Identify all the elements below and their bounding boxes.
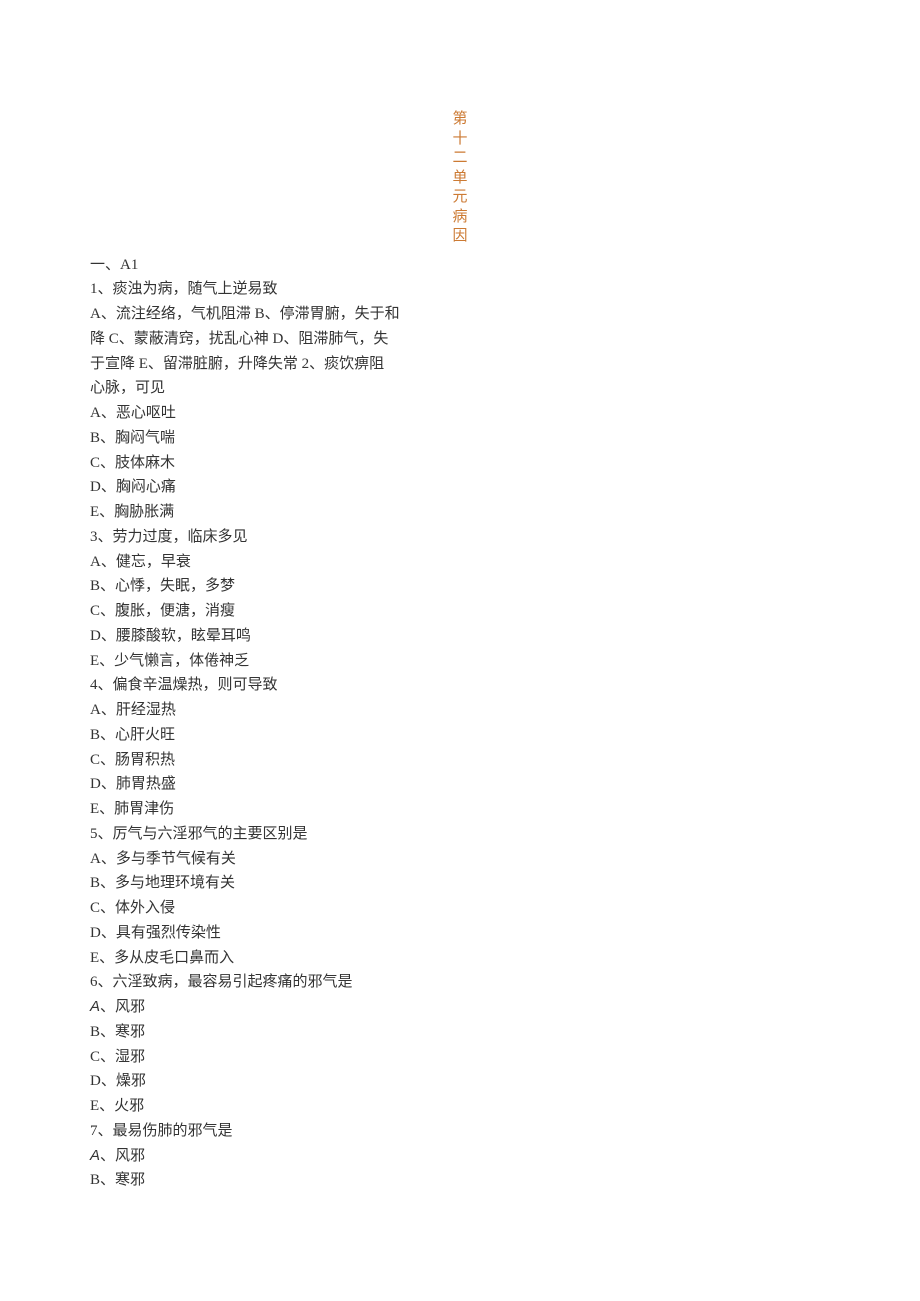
title-char: 十: [90, 130, 830, 150]
q3-option-b: B、心悸，失眠，多梦: [90, 574, 830, 599]
q6-option-d: D、燥邪: [90, 1069, 830, 1094]
q3-option-a: A、健忘，早衰: [90, 550, 830, 575]
q4-option-a: A、肝经湿热: [90, 698, 830, 723]
option-text: 、风邪: [100, 999, 145, 1015]
q5-stem: 5、厉气与六淫邪气的主要区别是: [90, 822, 830, 847]
q6-option-a: A、风邪: [90, 995, 830, 1020]
option-text: 、风邪: [100, 1148, 145, 1164]
title-char: 单: [90, 169, 830, 189]
document-page: 第 十 二 单 元 病 因 一、A1 1、痰浊为病，随气上逆易致 A、流注经络，…: [0, 0, 920, 1253]
q4-option-e: E、肺胃津伤: [90, 797, 830, 822]
q7-stem: 7、最易伤肺的邪气是: [90, 1119, 830, 1144]
q7-option-a: A、风邪: [90, 1144, 830, 1169]
option-label: A: [90, 1147, 100, 1164]
q2-option-a: A、恶心呕吐: [90, 401, 830, 426]
q3-option-e: E、少气懒言，体倦神乏: [90, 649, 830, 674]
q5-option-b: B、多与地理环境有关: [90, 871, 830, 896]
q1-stem: 1、痰浊为病，随气上逆易致: [90, 277, 830, 302]
q1-wrap: 降 C、蒙蔽清窍，扰乱心神 D、阻滞肺气，失: [90, 327, 830, 352]
q1-wrap: A、流注经络，气机阻滞 B、停滞胃腑，失于和: [90, 302, 830, 327]
content-body: 一、A1 1、痰浊为病，随气上逆易致 A、流注经络，气机阻滞 B、停滞胃腑，失于…: [90, 253, 830, 1194]
title-char: 元: [90, 188, 830, 208]
q2-stem-tail: 心脉，可见: [90, 376, 830, 401]
q2-option-e: E、胸胁胀满: [90, 500, 830, 525]
q4-option-b: B、心肝火旺: [90, 723, 830, 748]
q2-option-c: C、肢体麻木: [90, 451, 830, 476]
section-header: 一、A1: [90, 253, 830, 278]
q5-option-c: C、体外入侵: [90, 896, 830, 921]
q5-option-e: E、多从皮毛口鼻而入: [90, 946, 830, 971]
q6-option-e: E、火邪: [90, 1094, 830, 1119]
q4-stem: 4、偏食辛温燥热，则可导致: [90, 673, 830, 698]
unit-title: 第 十 二 单 元 病 因: [90, 110, 830, 247]
title-char: 病: [90, 208, 830, 228]
title-char: 第: [90, 110, 830, 130]
q4-option-d: D、肺胃热盛: [90, 772, 830, 797]
q6-stem: 6、六淫致病，最容易引起疼痛的邪气是: [90, 970, 830, 995]
option-label: A: [90, 998, 100, 1015]
q5-option-a: A、多与季节气候有关: [90, 847, 830, 872]
q1-wrap: 于宣降 E、留滞脏腑，升降失常 2、痰饮痹阻: [90, 352, 830, 377]
q2-option-d: D、胸闷心痛: [90, 475, 830, 500]
q3-stem: 3、劳力过度，临床多见: [90, 525, 830, 550]
q3-option-d: D、腰膝酸软，眩晕耳鸣: [90, 624, 830, 649]
title-char: 因: [90, 227, 830, 247]
q6-option-c: C、湿邪: [90, 1045, 830, 1070]
q7-option-b: B、寒邪: [90, 1168, 830, 1193]
q6-option-b: B、寒邪: [90, 1020, 830, 1045]
q3-option-c: C、腹胀，便溏，消瘦: [90, 599, 830, 624]
q2-option-b: B、胸闷气喘: [90, 426, 830, 451]
q5-option-d: D、具有强烈传染性: [90, 921, 830, 946]
title-char: 二: [90, 149, 830, 169]
q4-option-c: C、肠胃积热: [90, 748, 830, 773]
